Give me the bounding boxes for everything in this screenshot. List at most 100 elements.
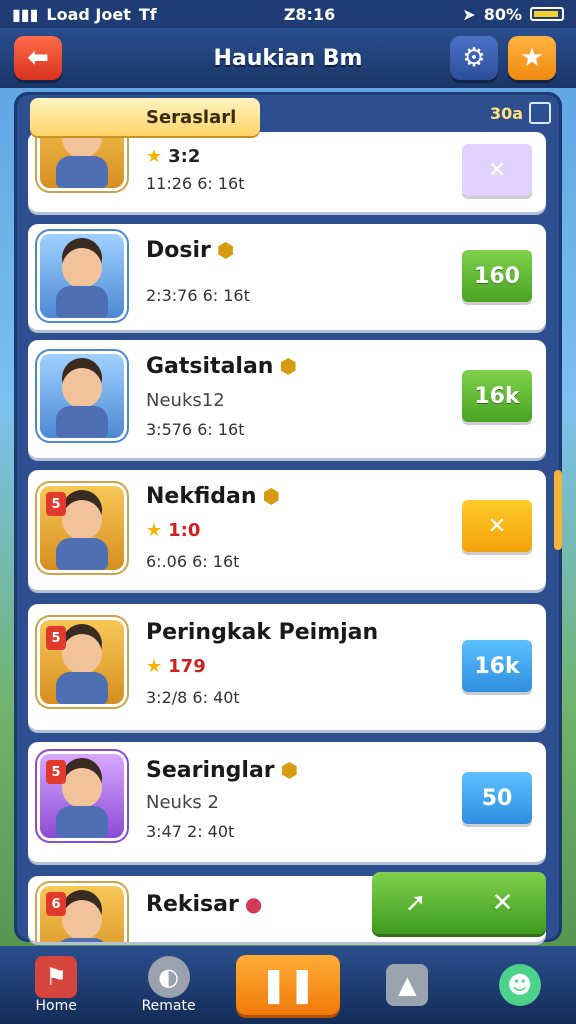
select-all-checkbox[interactable] xyxy=(529,102,552,124)
count-label: 30a xyxy=(490,103,524,123)
carrier-extra: Tf xyxy=(138,4,157,24)
status-left: ▮▮▮ Load Joet Tf xyxy=(12,5,157,24)
carrier: Load Joet xyxy=(46,4,131,24)
action-button[interactable]: ✕ xyxy=(462,500,532,552)
confirm-button[interactable]: ➚ ✕ xyxy=(372,872,546,934)
item-rating: ★ 179 xyxy=(146,656,206,677)
battery-icon xyxy=(529,7,564,21)
nav-chart[interactable]: ▲ xyxy=(362,948,452,1022)
nav-user[interactable]: ☻ xyxy=(475,948,565,1022)
avatar-face xyxy=(62,248,102,288)
item-name: Nekfidan ⬢ xyxy=(146,484,280,509)
item-time: 3:576 6: 16t xyxy=(146,420,245,439)
action-button[interactable]: ✕ xyxy=(462,144,532,196)
list-item[interactable]: Gatsitalan ⬢ Neuks12 3:576 6: 16t 16k xyxy=(28,340,546,458)
item-sub: Neuks12 xyxy=(146,390,225,411)
item-name: Rekisar ● xyxy=(146,892,262,917)
list-item[interactable]: 5 Peringkak Peimjan ★ 179 3:2/8 6: 40t 16… xyxy=(28,604,546,730)
item-name: Searinglar ⬢ xyxy=(146,758,298,783)
favorite-button[interactable]: ★ xyxy=(508,36,556,80)
status-right: ➤ 80% xyxy=(462,5,564,24)
nav-remote-label: Remate xyxy=(141,998,196,1014)
avatar xyxy=(40,354,124,438)
nav-home-label: Home xyxy=(35,998,77,1014)
gold-icon: ⬢ xyxy=(262,484,280,508)
name-text: Dosir xyxy=(146,238,211,263)
arrow-icon: ➚ xyxy=(404,888,427,918)
item-rating: ★ 1:0 xyxy=(146,520,200,541)
home-icon: ⚑ xyxy=(35,956,78,998)
panel-tab[interactable]: Seraslarl xyxy=(30,98,260,136)
signal-icon: ▮▮▮ xyxy=(12,4,39,24)
panel-count: 30a xyxy=(490,102,552,124)
item-name: Gatsitalan ⬢ xyxy=(146,354,297,379)
gold-icon: ⬢ xyxy=(280,758,299,782)
list-item[interactable]: 3 ★3:2 11:26 6: 16t ✕ xyxy=(28,104,546,212)
list-item[interactable]: 5 Searinglar ⬢ Neuks 2 3:47 2: 40t 50 xyxy=(28,742,546,862)
nav-remote[interactable]: ◐ Remate xyxy=(124,948,214,1022)
time: Z8:16 xyxy=(283,4,336,24)
avatar-body xyxy=(56,938,108,942)
bottom-navbar: ⚑ Home ◐ Remate ❚❚ ▲ ☻ xyxy=(0,946,576,1024)
avatar-body xyxy=(56,406,108,438)
name-text: Gatsitalan xyxy=(146,354,274,379)
star-icon: ★ xyxy=(146,520,163,541)
gold-icon: ⬢ xyxy=(216,238,235,262)
action-button[interactable]: 50 xyxy=(462,772,532,824)
avatar-body xyxy=(56,672,108,704)
avatar-face xyxy=(62,768,102,808)
location-icon: ➤ xyxy=(462,4,476,24)
gem-icon: ● xyxy=(244,892,263,916)
item-rating: ★ 3:2 xyxy=(146,146,200,167)
avatar: 5 xyxy=(40,486,124,570)
nav-home[interactable]: ⚑ Home xyxy=(11,948,101,1022)
star-icon: ★ xyxy=(146,146,163,167)
avatar: 5 xyxy=(40,754,124,838)
pause-icon: ❚❚ xyxy=(259,965,317,1005)
close-label: ✕ xyxy=(491,888,514,918)
arrow-left-icon: ⬅ xyxy=(27,43,49,73)
item-time: 6:.06 6: 16t xyxy=(146,552,240,571)
status-bar: ▮▮▮ Load Joet Tf Z8:16 ➤ 80% xyxy=(0,0,576,28)
action-button[interactable]: 16k xyxy=(462,640,532,692)
header: ⬅ Haukian Bm ⚙ ★ xyxy=(0,28,576,88)
avatar-face xyxy=(62,634,102,674)
rating-value: 3:2 xyxy=(168,146,201,167)
user-icon: ☻ xyxy=(498,964,541,1006)
avatar-face xyxy=(62,368,102,408)
item-name: Peringkak Peimjan xyxy=(146,620,379,645)
item-time: 11:26 6: 16t xyxy=(146,174,245,193)
action-button[interactable]: 160 xyxy=(462,250,532,302)
page-title: Haukian Bm xyxy=(213,45,363,71)
level-badge: 5 xyxy=(46,760,66,784)
back-button[interactable]: ⬅ xyxy=(14,36,62,80)
list-item[interactable]: 5 Nekfidan ⬢ ★ 1:0 6:.06 6: 16t ✕ xyxy=(28,470,546,590)
list-item[interactable]: Dosir ⬢ 2:3:76 6: 16t 160 xyxy=(28,224,546,330)
avatar: 6 xyxy=(40,886,124,942)
name-text: Rekisar xyxy=(146,892,239,917)
star-icon: ★ xyxy=(520,43,544,73)
name-text: Searinglar xyxy=(146,758,275,783)
avatar-body xyxy=(56,286,108,318)
rating-value: 1:0 xyxy=(168,520,201,541)
level-badge: 5 xyxy=(46,492,66,516)
battery-label: 80% xyxy=(483,4,522,24)
avatar-body xyxy=(56,156,108,188)
avatar xyxy=(40,234,124,318)
item-sub: Neuks 2 xyxy=(146,792,219,813)
star-icon: ★ xyxy=(146,656,163,677)
settings-button[interactable]: ⚙ xyxy=(450,36,498,80)
pause-button[interactable]: ❚❚ xyxy=(235,955,340,1015)
name-text: Nekfidan xyxy=(146,484,257,509)
avatar-face xyxy=(62,900,102,940)
chart-icon: ▲ xyxy=(386,964,429,1006)
level-badge: 5 xyxy=(46,626,66,650)
action-button[interactable]: 16k xyxy=(462,370,532,422)
rating-value: 179 xyxy=(168,656,206,677)
item-name: Dosir ⬢ xyxy=(146,238,234,263)
scrollbar[interactable] xyxy=(554,470,562,550)
avatar-body xyxy=(56,806,108,838)
item-time: 2:3:76 6: 16t xyxy=(146,286,250,305)
avatar-body xyxy=(56,538,108,570)
level-badge: 6 xyxy=(46,892,66,916)
